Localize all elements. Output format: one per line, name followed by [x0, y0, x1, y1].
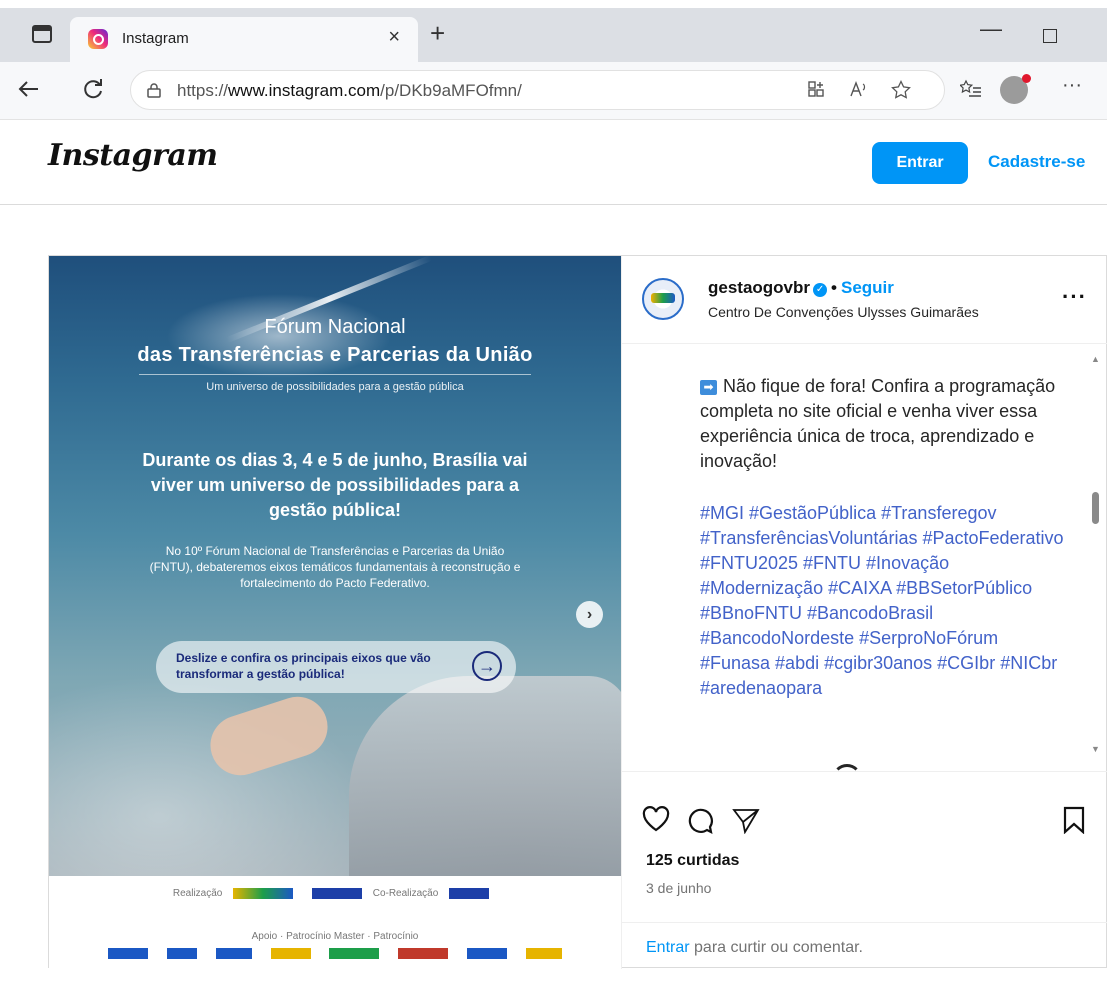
likes-count[interactable]: 125 curtidas [646, 852, 739, 870]
sponsor-logo [233, 888, 294, 899]
post-card: Fórum Nacional das Transferências e Parc… [48, 255, 1107, 969]
scrollbar-thumb[interactable] [1092, 492, 1099, 524]
post-location[interactable]: Centro De Convenções Ulysses Guimarães [708, 304, 979, 320]
image-speaker-silhouette [349, 676, 621, 896]
verified-badge-icon: ✓ [813, 283, 828, 297]
image-speaker-hand [202, 688, 336, 784]
comment-bubble-icon[interactable] [686, 806, 714, 834]
share-send-icon[interactable] [732, 806, 760, 834]
more-options-icon[interactable]: ··· [1062, 284, 1087, 310]
profile-avatar[interactable] [1000, 74, 1031, 104]
arrow-right-circle-icon: → [472, 651, 502, 681]
loading-spinner-icon [832, 764, 862, 771]
author-username[interactable]: gestaogovbr [708, 278, 810, 297]
like-heart-icon[interactable] [642, 806, 670, 832]
caption-hashtags[interactable]: #MGI #GestãoPública #Transferegov #Trans… [700, 501, 1070, 701]
image-title-line1: Fórum Nacional [264, 316, 406, 338]
right-arrow-emoji-icon: ➡ [700, 380, 717, 395]
post-side-panel: gestaogovbr ✓ • Seguir Centro De Convenções… [621, 256, 1107, 969]
image-cta-pill: Deslize e confira os principais eixos qu… [156, 641, 516, 693]
sponsor-logo [329, 948, 380, 959]
instagram-header: Instagram Entrar Cadastre-se [0, 120, 1107, 205]
scroll-down-arrow-icon[interactable]: ▼ [1091, 744, 1100, 754]
sponsor-logo [449, 888, 490, 899]
carousel-next-button[interactable]: › [576, 601, 603, 628]
image-title-line2: das Transferências e Parcerias da União [137, 344, 533, 366]
post-caption-area: ➡ Não fique de fora! Confira a programaçã… [622, 344, 1107, 772]
browser-tab-strip: Instagram × + — [0, 8, 1107, 62]
sponsor-logo [398, 948, 449, 959]
post-media: Fórum Nacional das Transferências e Parc… [49, 256, 621, 969]
window-maximize-button[interactable] [1043, 29, 1057, 43]
login-prompt-text: para curtir ou comentar. [689, 939, 863, 956]
lock-icon[interactable] [147, 82, 161, 98]
window-minimize-button[interactable]: — [980, 16, 1002, 42]
author-avatar[interactable] [642, 278, 684, 320]
caption-text: ➡ Não fique de fora! Confira a programaçã… [700, 376, 1056, 471]
separator-dot: • [831, 278, 837, 297]
post-date[interactable]: 3 de junho [646, 880, 711, 896]
favorite-star-icon[interactable] [891, 80, 911, 99]
login-link[interactable]: Entrar [646, 939, 690, 956]
url-text: https://www.instagram.com/p/DKb9aMFOfmn/ [177, 81, 522, 100]
sponsor-logo [525, 948, 562, 959]
back-arrow-icon[interactable] [16, 76, 42, 102]
browser-tab[interactable]: Instagram × [70, 17, 418, 62]
app-available-icon[interactable] [807, 80, 825, 98]
sponsor-row-3 [49, 948, 621, 959]
new-tab-button[interactable]: + [430, 18, 445, 49]
caption-scrollbar[interactable]: ▲ ▼ [1089, 354, 1101, 754]
tab-close-icon[interactable]: × [388, 26, 400, 49]
sponsor-logo [215, 948, 252, 959]
instagram-favicon-icon [88, 29, 108, 49]
refresh-icon[interactable] [80, 76, 106, 102]
sponsor-row-1: Realização Co-Realização [49, 888, 621, 899]
image-subtitle: Um universo de possibilidades para a ges… [206, 381, 464, 393]
image-headline: Durante os dias 3, 4 e 5 de junho, Brasí… [142, 450, 528, 520]
favorites-list-icon[interactable] [960, 79, 982, 99]
address-bar[interactable]: https://www.instagram.com/p/DKb9aMFOfmn/ [130, 70, 945, 110]
signup-link[interactable]: Cadastre-se [988, 152, 1085, 172]
follow-button[interactable]: Seguir [841, 278, 894, 297]
tab-actions-icon[interactable] [32, 25, 52, 43]
sponsor-logo [270, 948, 311, 959]
image-divider [139, 374, 531, 375]
sponsor-logo [167, 948, 198, 959]
image-cta-text: Deslize e confira os principais eixos qu… [176, 651, 431, 681]
sponsor-row-2: Apoio · Patrocínio Master · Patrocínio [251, 931, 419, 942]
post-actions: 125 curtidas 3 de junho Entrar para curt… [622, 772, 1107, 969]
instagram-logo[interactable]: Instagram [48, 138, 218, 173]
sponsor-logo [466, 948, 507, 959]
author-line: gestaogovbr ✓ • Seguir [708, 278, 894, 298]
sponsor-logo [108, 948, 149, 959]
login-to-interact: Entrar para curtir ou comentar. [622, 922, 1107, 969]
sponsor-logo [311, 888, 362, 899]
top-banner-sliver [0, 0, 1107, 8]
save-bookmark-icon[interactable] [1062, 806, 1086, 834]
image-body-text: No 10º Fórum Nacional de Transferências … [149, 544, 521, 590]
login-button[interactable]: Entrar [872, 142, 968, 184]
post-image[interactable]: Fórum Nacional das Transferências e Parc… [49, 256, 621, 896]
tab-title: Instagram [122, 30, 189, 47]
settings-more-icon[interactable]: ··· [1062, 74, 1082, 97]
browser-toolbar: https://www.instagram.com/p/DKb9aMFOfmn/… [0, 62, 1107, 120]
scroll-up-arrow-icon[interactable]: ▲ [1091, 354, 1100, 364]
read-aloud-icon[interactable] [849, 80, 869, 98]
sponsor-logos-strip: Realização Co-Realização Apoio · Patrocí… [49, 876, 621, 969]
post-author-header: gestaogovbr ✓ • Seguir Centro De Convenções… [622, 256, 1107, 344]
